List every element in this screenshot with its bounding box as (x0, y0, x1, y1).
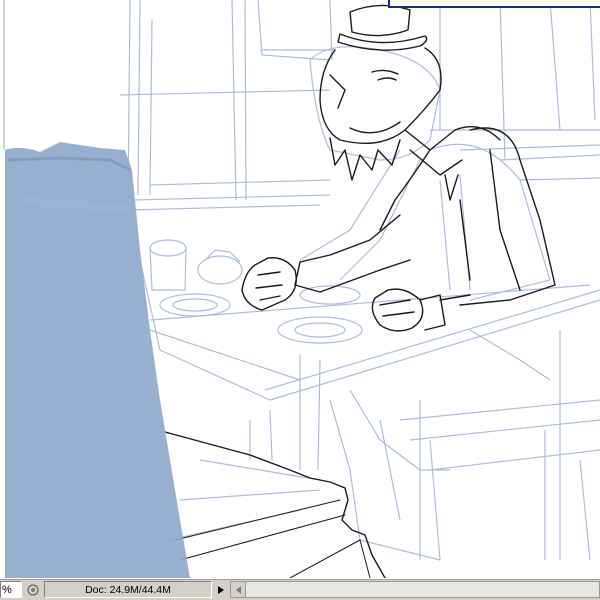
arrow-left-icon (235, 585, 241, 594)
play-triangle-icon (218, 585, 224, 594)
document-canvas[interactable] (0, 0, 600, 578)
status-bar: % Doc: 24.9M/44.4M (0, 578, 600, 600)
status-menu-button[interactable] (214, 581, 228, 598)
zoom-level-field[interactable]: % (0, 581, 22, 598)
document-frame-border (388, 0, 600, 8)
sync-circle-icon (27, 584, 39, 595)
sync-button[interactable] (24, 581, 42, 598)
sketch-artwork (3, 0, 600, 578)
horizontal-scrollbar[interactable] (230, 581, 600, 598)
document-size-info: Doc: 24.9M/44.4M (44, 581, 212, 598)
scroll-left-button[interactable] (231, 582, 246, 597)
